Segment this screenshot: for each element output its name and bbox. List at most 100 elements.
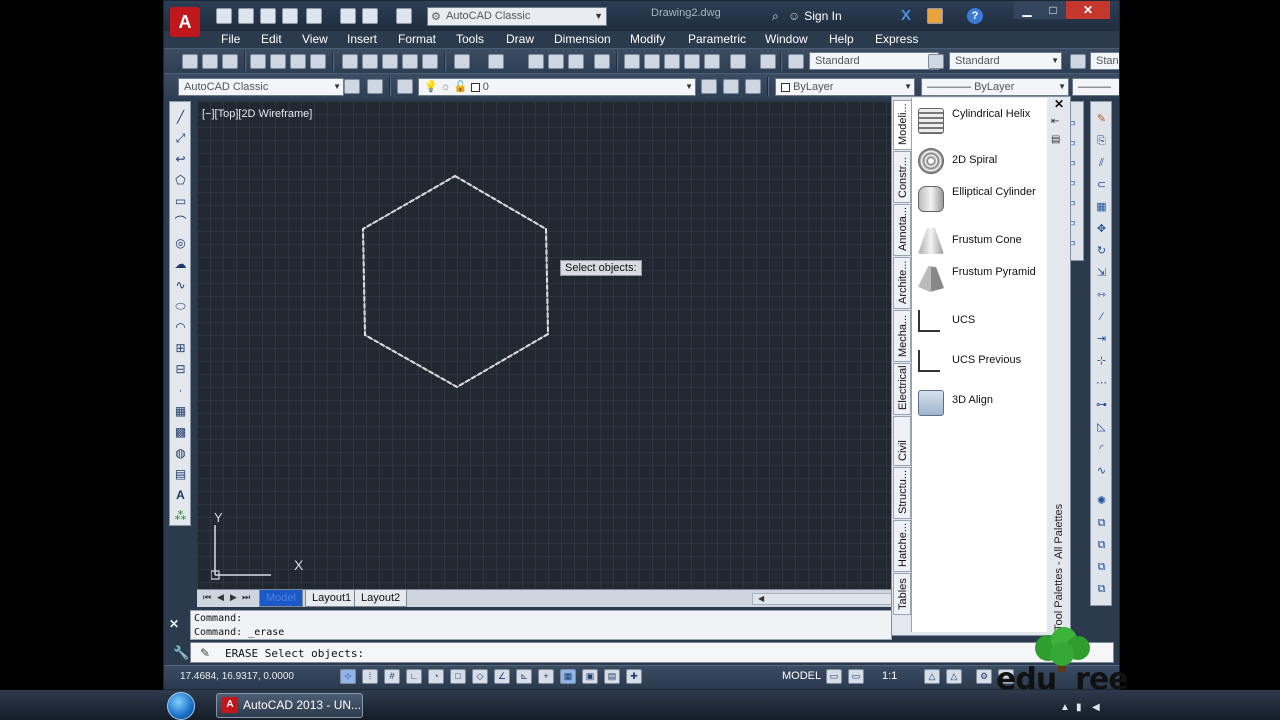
publish-icon[interactable]: [306, 8, 322, 24]
rotate-icon[interactable]: ↻: [1094, 244, 1109, 258]
make-block-icon[interactable]: ⊟: [173, 362, 188, 376]
break-icon[interactable]: ⋯: [1094, 376, 1109, 390]
binoculars-icon[interactable]: ⌕: [772, 9, 779, 24]
stretch-icon[interactable]: ⇿: [1094, 288, 1109, 302]
gradient-icon[interactable]: ▩: [173, 425, 188, 439]
menu-express[interactable]: Express: [875, 32, 918, 46]
coordinates-readout[interactable]: 17.4684, 16.9317, 0.0000: [180, 671, 294, 682]
break-at-point-icon[interactable]: ⊹: [1094, 354, 1109, 368]
match-properties-icon[interactable]: [402, 54, 418, 69]
lineweight-select[interactable]: ———: [1072, 78, 1119, 96]
draworder-icon[interactable]: ⧉: [1094, 516, 1109, 530]
model-space-toggle[interactable]: MODEL: [782, 670, 821, 682]
quick-properties-icon[interactable]: ▤: [604, 669, 620, 684]
zoom-window-icon[interactable]: [568, 54, 584, 69]
start-button[interactable]: [167, 692, 195, 720]
add-selected-icon[interactable]: ⁂: [173, 509, 188, 523]
polygon-icon[interactable]: ⬠: [173, 173, 188, 187]
palette-tab-civil[interactable]: Civil: [893, 416, 911, 466]
palette-item-2d-spiral[interactable]: 2D Spiral: [918, 146, 1046, 178]
palette-tab-modeling[interactable]: Modeli...: [893, 100, 911, 150]
new-icon[interactable]: [216, 8, 232, 24]
rectangle-icon[interactable]: ▭: [173, 194, 188, 208]
palette-tab-hatches[interactable]: Hatche...: [893, 520, 911, 572]
redo-icon[interactable]: [488, 54, 504, 69]
point-icon[interactable]: ·: [173, 383, 188, 397]
palette-item-elliptical-cylinder[interactable]: Elliptical Cylinder: [918, 184, 1046, 216]
quickcalc-icon[interactable]: [730, 54, 746, 69]
tab-layout2[interactable]: Layout2: [354, 590, 408, 607]
3d-dwf-icon[interactable]: [310, 54, 326, 69]
move-icon[interactable]: ✥: [1094, 222, 1109, 236]
menu-view[interactable]: View: [302, 32, 328, 46]
palette-title-bar[interactable]: Tool Palettes - All Palettes: [1049, 504, 1069, 631]
table-style-select[interactable]: Stan: [1090, 52, 1119, 70]
revision-cloud-icon[interactable]: ☁: [173, 257, 188, 271]
properties-menu-icon[interactable]: ▤: [1051, 134, 1060, 145]
palette-item-ucs[interactable]: UCS: [918, 308, 1046, 340]
first-tab-icon[interactable]: ⏮: [203, 592, 211, 603]
construction-line-icon[interactable]: ⤢: [173, 131, 188, 145]
ellipse-arc-icon[interactable]: ◠: [173, 320, 188, 334]
plot-icon[interactable]: [250, 54, 266, 69]
workspace-save-icon[interactable]: [367, 79, 383, 94]
redo-icon[interactable]: [396, 8, 412, 24]
annotation-visibility-icon[interactable]: △: [924, 669, 940, 684]
undo-icon[interactable]: [362, 8, 378, 24]
palette-item-frustum-cone[interactable]: Frustum Cone: [918, 226, 1046, 258]
hexagon-drawing[interactable]: [197, 101, 892, 589]
ortho-mode-icon[interactable]: ∟: [406, 669, 422, 684]
open-icon[interactable]: [238, 8, 254, 24]
mirror-icon[interactable]: ⫽: [1094, 156, 1109, 170]
multiline-text-icon[interactable]: A: [173, 488, 188, 502]
sign-in-button[interactable]: Sign In: [788, 9, 841, 23]
make-current-layer-icon[interactable]: [701, 79, 717, 94]
table-icon[interactable]: ▤: [173, 467, 188, 481]
region-icon[interactable]: ◍: [173, 446, 188, 460]
palette-item-frustum-pyramid[interactable]: Frustum Pyramid: [918, 264, 1046, 296]
selection-cycling-icon[interactable]: ✚: [626, 669, 642, 684]
horizontal-scrollbar[interactable]: ◀: [752, 593, 892, 605]
menu-edit[interactable]: Edit: [261, 32, 282, 46]
palette-tab-tables[interactable]: Tables: [893, 573, 911, 615]
pan-icon[interactable]: [528, 54, 544, 69]
next-tab-icon[interactable]: ▶: [230, 592, 237, 603]
preview-icon[interactable]: [270, 54, 286, 69]
line-icon[interactable]: ╱: [173, 110, 188, 124]
workspace-settings-icon[interactable]: [344, 79, 360, 94]
menu-dimension[interactable]: Dimension: [554, 32, 611, 46]
zoom-previous-icon[interactable]: [594, 54, 610, 69]
last-tab-icon[interactable]: ⏭: [242, 592, 250, 603]
volume-icon[interactable]: ◀: [1092, 702, 1100, 713]
taskbar-autocad-button[interactable]: A AutoCAD 2013 - UN...: [216, 693, 363, 718]
maximize-button[interactable]: □: [1040, 1, 1066, 19]
draworder-front-icon[interactable]: ⧉: [1094, 560, 1109, 574]
trim-icon[interactable]: ⁄: [1094, 310, 1109, 324]
text-style-icon[interactable]: [788, 54, 804, 69]
save-icon[interactable]: [260, 8, 276, 24]
undo-icon[interactable]: [454, 54, 470, 69]
layer-select[interactable]: 💡 ☼ 🔓 0 ▼: [418, 78, 696, 96]
publish-icon[interactable]: [290, 54, 306, 69]
tab-layout1[interactable]: Layout1: [305, 590, 359, 607]
open-icon[interactable]: [202, 54, 218, 69]
array-icon[interactable]: ▦: [1094, 200, 1109, 214]
copy-icon[interactable]: [362, 54, 378, 69]
palette-item-3d-align[interactable]: 3D Align: [918, 388, 1046, 420]
palette-tab-mechanical[interactable]: Mecha...: [893, 310, 911, 362]
dimension-style-icon[interactable]: [928, 54, 944, 69]
network-icon[interactable]: ▮: [1076, 702, 1082, 713]
text-to-front-icon[interactable]: ⧉: [1094, 582, 1109, 596]
extend-icon[interactable]: ⇥: [1094, 332, 1109, 346]
polyline-icon[interactable]: ↩: [173, 152, 188, 166]
pin-icon[interactable]: ⇤: [1051, 116, 1059, 127]
hatch-icon[interactable]: ▦: [173, 404, 188, 418]
paste-icon[interactable]: [382, 54, 398, 69]
palette-tab-electrical[interactable]: Electrical: [893, 363, 911, 415]
palette-tab-architectural[interactable]: Archite...: [893, 257, 911, 309]
quick-view-drawings-icon[interactable]: ▭: [848, 669, 864, 684]
annotation-scale[interactable]: 1:1: [882, 670, 897, 682]
linetype-select[interactable]: ———— ByLayer ▼: [921, 78, 1069, 96]
palette-item-ucs-previous[interactable]: UCS Previous: [918, 348, 1046, 380]
palette-item-cylindrical-helix[interactable]: Cylindrical Helix: [918, 106, 1046, 138]
